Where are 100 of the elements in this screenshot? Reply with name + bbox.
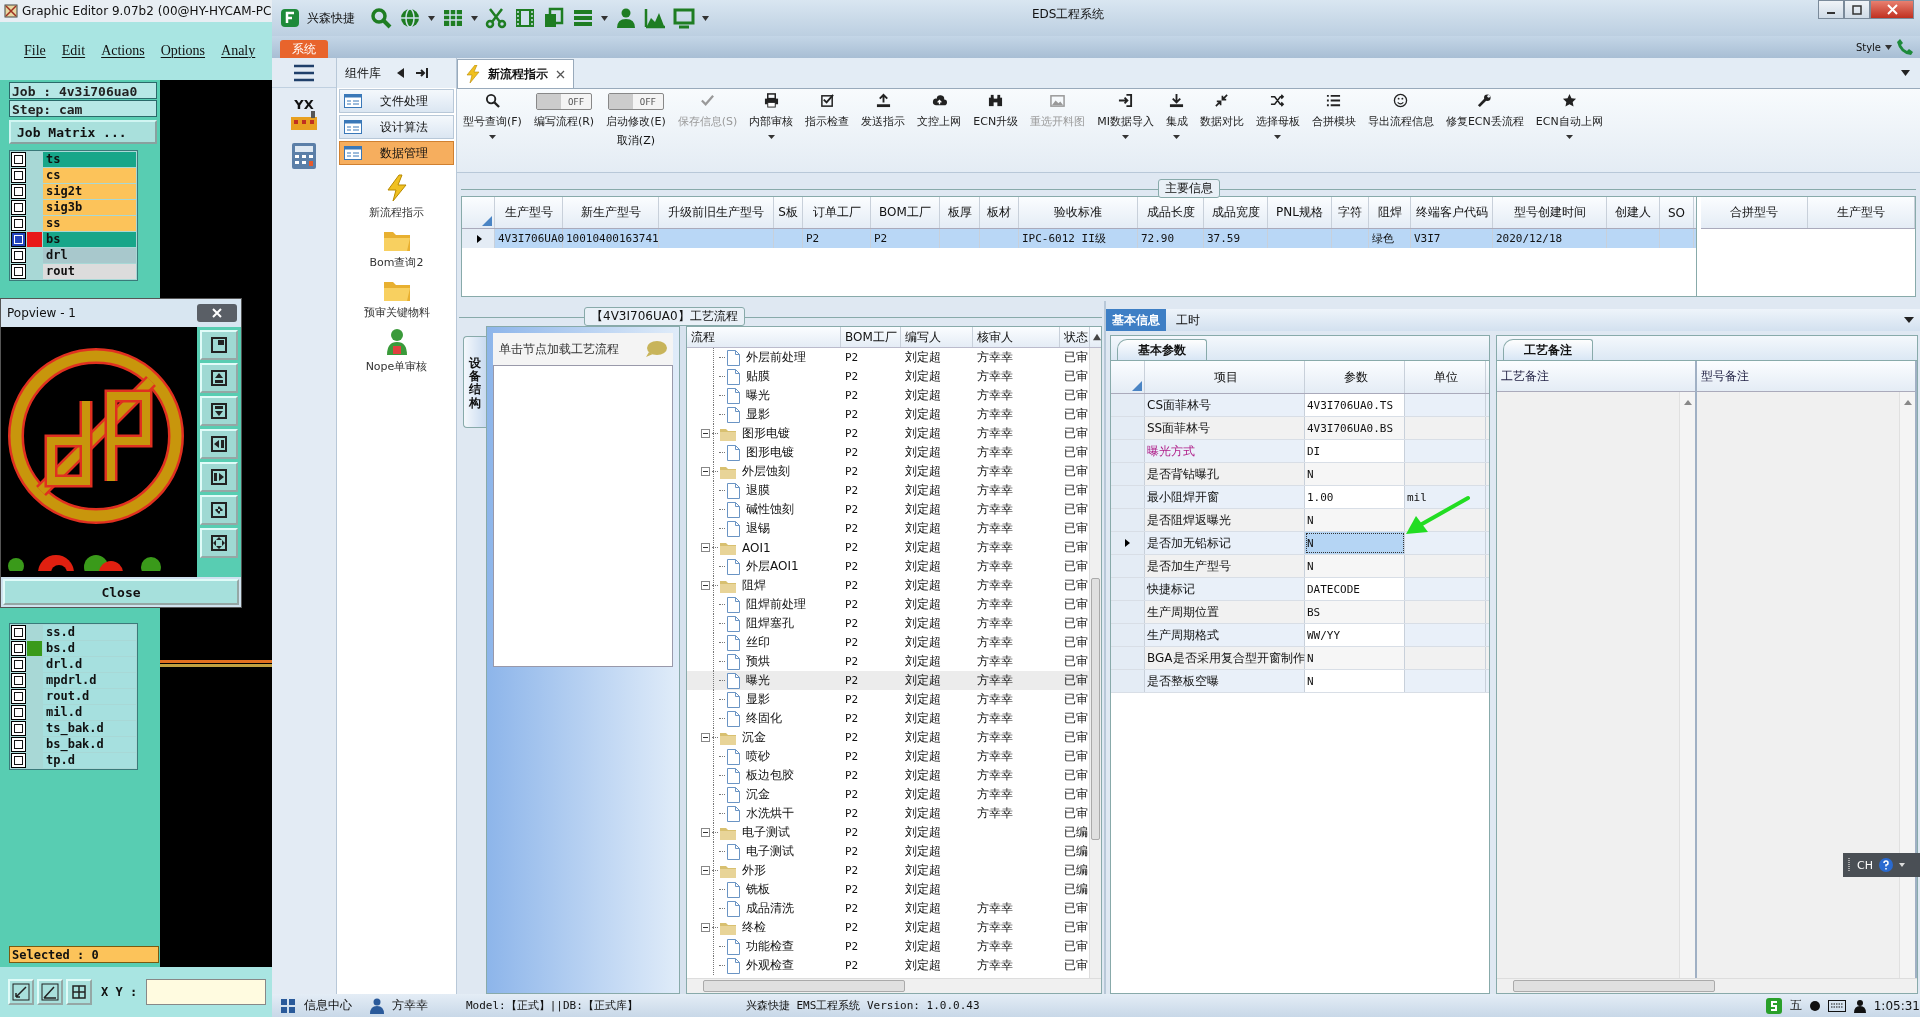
value-cell[interactable]: N xyxy=(1305,647,1405,669)
column-header[interactable]: 新生产型号 xyxy=(563,197,659,228)
tree-row[interactable]: 铣板 P2 刘定超 已编 xyxy=(687,880,1089,899)
arrow-up-button[interactable] xyxy=(200,363,238,393)
layer-checkbox[interactable] xyxy=(11,232,26,247)
tree-row[interactable]: 板边包胶 P2 刘定超 方幸幸 已审 xyxy=(687,766,1089,785)
scissors-icon[interactable] xyxy=(485,7,507,29)
node-list[interactable] xyxy=(493,365,673,667)
grid-button[interactable] xyxy=(66,979,92,1005)
layer-name[interactable]: sig3b xyxy=(43,200,136,215)
tree-row[interactable]: 曝光 P2 刘定超 方幸幸 已审 xyxy=(687,386,1089,405)
column-header[interactable]: 生产型号 xyxy=(1808,197,1915,228)
collapse-icon[interactable] xyxy=(701,866,710,875)
toolbar-button[interactable]: ECN自动上网 xyxy=(1535,93,1603,172)
scrollbar[interactable] xyxy=(1089,348,1101,978)
film-icon[interactable] xyxy=(514,7,536,29)
layer-name[interactable]: bs xyxy=(43,232,136,247)
minimize-button[interactable] xyxy=(1818,0,1844,19)
tab[interactable]: 基本信息 xyxy=(1106,309,1166,331)
caret-icon[interactable] xyxy=(702,15,709,21)
chart-icon[interactable] xyxy=(644,7,666,29)
column-header[interactable]: 创建人 xyxy=(1607,197,1660,228)
menu-item[interactable]: Edit xyxy=(61,43,86,59)
toolbar-button[interactable]: MI数据导入 xyxy=(1097,93,1154,172)
copy-icon[interactable] xyxy=(543,7,565,29)
module-item[interactable]: Nope单审核 xyxy=(337,328,456,374)
collapse-icon[interactable] xyxy=(701,581,710,590)
value-cell[interactable]: 1.00 xyxy=(1305,486,1405,508)
column-header[interactable]: 工艺备注 xyxy=(1497,361,1695,392)
column-header[interactable]: 参数 xyxy=(1305,361,1405,393)
table-icon[interactable] xyxy=(442,7,464,29)
column-header[interactable]: 生产型号 xyxy=(495,197,563,228)
tree-row[interactable]: 沉金 P2 刘定超 方幸幸 已审 xyxy=(687,728,1089,747)
layer-name[interactable]: cs xyxy=(43,168,136,183)
value-cell[interactable]: N xyxy=(1305,509,1405,531)
list-icon[interactable] xyxy=(572,7,594,29)
value-cell[interactable]: N xyxy=(1305,463,1405,485)
group-item[interactable]: 文件处理 xyxy=(339,89,454,113)
tree-row[interactable]: 阻焊 P2 刘定超 方幸幸 已审 xyxy=(687,576,1089,595)
layer-name[interactable]: mpdrl.d xyxy=(43,673,136,688)
column-header[interactable]: 板厚 xyxy=(940,197,980,228)
globe-icon[interactable] xyxy=(399,7,421,29)
column-header[interactable]: SO xyxy=(1660,197,1694,228)
column-header[interactable]: 终端客户代码 xyxy=(1411,197,1493,228)
factory-icon[interactable] xyxy=(289,111,319,131)
scrollbar[interactable] xyxy=(1899,392,1915,978)
tree-row[interactable]: 喷砂 P2 刘定超 方幸幸 已审 xyxy=(687,747,1089,766)
tree-row[interactable]: 终固化 P2 刘定超 方幸幸 已审 xyxy=(687,709,1089,728)
tree-row[interactable]: 丝印 P2 刘定超 方幸幸 已审 xyxy=(687,633,1089,652)
column-header[interactable]: 阻焊 xyxy=(1369,197,1411,228)
caret-icon[interactable] xyxy=(471,15,478,21)
tree-row[interactable]: 水洗烘干 P2 刘定超 方幸幸 已审 xyxy=(687,804,1089,823)
column-header[interactable]: 编写人 xyxy=(901,327,973,347)
tree-row[interactable]: 显影 P2 刘定超 方幸幸 已审 xyxy=(687,690,1089,709)
arrow-left-button[interactable] xyxy=(200,429,238,459)
expand-button[interactable] xyxy=(200,528,238,558)
module-item[interactable]: 新流程指示 xyxy=(337,174,456,220)
value-cell[interactable]: N xyxy=(1305,532,1405,554)
scrollbar[interactable] xyxy=(687,978,1101,993)
tree-row[interactable]: 电子测试 P2 刘定超 已编 xyxy=(687,842,1089,861)
collapse-icon[interactable] xyxy=(701,733,710,742)
layer-name[interactable]: sig2t xyxy=(43,184,136,199)
caret-icon[interactable] xyxy=(1904,317,1914,323)
collapse-icon[interactable] xyxy=(701,543,710,552)
value-cell[interactable]: N xyxy=(1305,670,1405,692)
toolbar-button[interactable]: 指示检查 xyxy=(805,93,850,172)
caret-icon[interactable] xyxy=(601,15,608,21)
close-button[interactable]: Close xyxy=(3,579,239,605)
person-icon[interactable] xyxy=(1853,998,1866,1013)
document-tab[interactable]: 新流程指示 xyxy=(457,59,574,88)
scroll-up-icon[interactable] xyxy=(1093,333,1101,341)
tree-row[interactable]: 显影 P2 刘定超 方幸幸 已审 xyxy=(687,405,1089,424)
snap-button[interactable] xyxy=(8,979,34,1005)
language-label[interactable]: CH xyxy=(1857,858,1873,872)
layer-name[interactable]: rout xyxy=(43,264,136,279)
menu-item[interactable]: File xyxy=(24,43,46,59)
menu-item[interactable]: Options xyxy=(160,43,206,59)
group-item[interactable]: 数据管理 xyxy=(339,141,454,165)
toolbar-button[interactable]: 修复ECN丢流程 xyxy=(1445,93,1524,172)
tree-row[interactable]: 贴膜 P2 刘定超 方幸幸 已审 xyxy=(687,367,1089,386)
column-header[interactable]: 板材 xyxy=(980,197,1019,228)
layer-name[interactable]: rout.d xyxy=(43,689,136,704)
ime-icon[interactable] xyxy=(1765,997,1782,1014)
toolbar-button[interactable]: 文控上网 xyxy=(917,93,962,172)
value-cell[interactable]: BS xyxy=(1305,601,1405,623)
toolbar-button[interactable]: 合拼模块 xyxy=(1311,93,1356,172)
layer-name[interactable]: tp.d xyxy=(43,753,136,768)
search-icon[interactable] xyxy=(370,7,392,29)
caret-icon[interactable] xyxy=(1901,70,1910,76)
toolbar-button[interactable]: 数据对比 xyxy=(1199,93,1244,172)
value-cell[interactable]: N xyxy=(1305,555,1405,577)
close-button[interactable] xyxy=(1870,0,1914,19)
collapse-icon[interactable] xyxy=(701,828,710,837)
row-header[interactable] xyxy=(1111,532,1145,554)
toggle-switch[interactable]: OFF xyxy=(607,93,664,110)
job-matrix-button[interactable]: Job Matrix ... xyxy=(9,120,157,144)
grid-icon[interactable] xyxy=(280,997,296,1014)
value-cell[interactable]: 4V3I706UA0.BS xyxy=(1305,417,1405,439)
toolbar-button[interactable]: 导出流程信息 xyxy=(1367,93,1434,172)
grip-icon[interactable] xyxy=(1847,858,1851,872)
